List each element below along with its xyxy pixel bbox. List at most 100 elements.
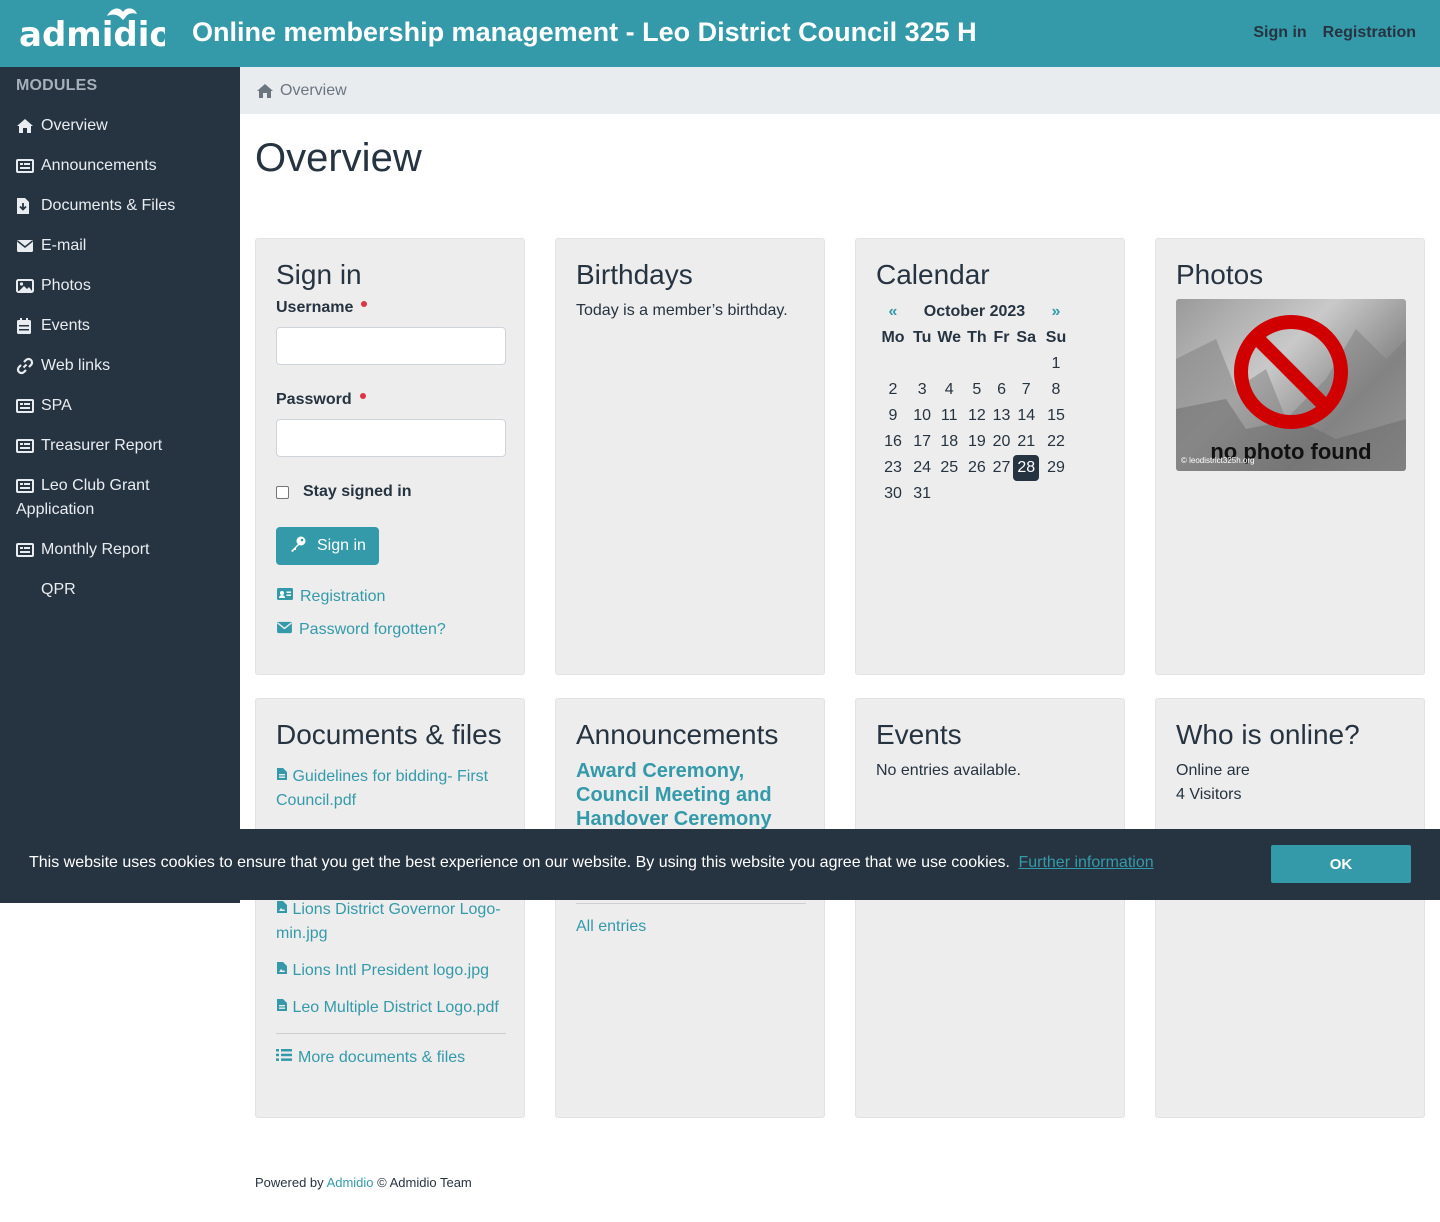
calendar-day[interactable]: 21: [1013, 429, 1039, 455]
calendar-weekday: Tu: [913, 329, 932, 346]
calendar-day[interactable]: 14: [1013, 403, 1039, 429]
username-input[interactable]: [276, 327, 506, 365]
calendar-table: « October 2023 » Mo Tu We Th Fr Sa Su 12345678…: [876, 299, 1073, 507]
calendar-day[interactable]: 25: [934, 455, 964, 481]
calendar-day[interactable]: 16: [876, 429, 910, 455]
key-icon: [289, 535, 307, 558]
registration-link[interactable]: Registration: [276, 587, 504, 606]
stay-signed-in-label[interactable]: Stay signed in: [303, 483, 411, 501]
newspaper-icon: [16, 538, 41, 562]
stay-signed-in-checkbox[interactable]: [276, 485, 289, 499]
footer-prefix: Powered by: [255, 1175, 324, 1190]
header-registration-link[interactable]: Registration: [1323, 24, 1416, 42]
calendar-day[interactable]: 19: [964, 429, 990, 455]
photos-card: Photos no photo found © leodistrict325h.…: [1155, 238, 1425, 675]
header-signin-link[interactable]: Sign in: [1253, 24, 1306, 42]
sidebar-item-events[interactable]: Events: [0, 314, 240, 354]
file-pdf-icon: [276, 999, 288, 1016]
card-title: Announcements: [576, 719, 779, 750]
calendar-day[interactable]: 18: [934, 429, 964, 455]
calendar-day[interactable]: 27: [990, 455, 1014, 481]
sidebar-heading: MODULES: [16, 77, 98, 94]
birthdays-text: Today is a member’s birthday.: [576, 302, 788, 319]
footer-admidio-link[interactable]: Admidio: [327, 1175, 374, 1190]
events-card: Events No entries available.: [855, 698, 1125, 1118]
sidebar-item-email[interactable]: E-mail: [0, 234, 240, 274]
sidebar-item-announcements[interactable]: Announcements: [0, 154, 240, 194]
calendar-day[interactable]: 8: [1039, 377, 1073, 403]
sidebar-item-weblinks[interactable]: Web links: [0, 354, 240, 394]
calendar-icon: [16, 314, 41, 338]
admidio-logo[interactable]: admidio: [19, 6, 173, 55]
sidebar-item-documents[interactable]: Documents & Files: [0, 194, 240, 234]
card-title: Calendar: [876, 259, 990, 290]
calendar-day[interactable]: 9: [876, 403, 910, 429]
sidebar-item-label: QPR: [41, 581, 76, 598]
sidebar-item-treasurer-report[interactable]: Treasurer Report: [0, 434, 240, 474]
calendar-weekday: Fr: [993, 329, 1010, 346]
sidebar-item-label: Treasurer Report: [41, 437, 163, 454]
calendar-day[interactable]: 30: [876, 481, 910, 507]
calendar-day[interactable]: 5: [964, 377, 990, 403]
calendar-day[interactable]: 1: [1039, 351, 1073, 377]
sidebar-item-leo-club-grant[interactable]: Leo Club Grant Application: [0, 474, 240, 538]
file-download-icon: [16, 194, 41, 218]
calendar-day[interactable]: 26: [964, 455, 990, 481]
calendar-empty-cell: [934, 481, 964, 507]
calendar-empty-cell: [964, 481, 990, 507]
calendar-day[interactable]: 24: [910, 455, 934, 481]
cookie-ok-button[interactable]: OK: [1271, 845, 1411, 883]
cookie-consent-bar: This website uses cookies to ensure that…: [0, 829, 1440, 900]
calendar-day[interactable]: 23: [876, 455, 910, 481]
document-link[interactable]: Leo Multiple District Logo.pdf: [276, 996, 504, 1020]
announcement-title-link[interactable]: Award Ceremony, Council Meeting and Hand…: [576, 759, 786, 831]
password-input[interactable]: [276, 419, 506, 457]
calendar-day[interactable]: 6: [990, 377, 1014, 403]
calendar-day[interactable]: 11: [934, 403, 964, 429]
sidebar-item-qpr[interactable]: QPR: [0, 578, 240, 618]
document-link[interactable]: Lions Intl President logo.jpg: [276, 959, 504, 983]
card-title: Birthdays: [576, 259, 693, 290]
calendar-empty-cell: [1039, 481, 1073, 507]
sidebar-item-spa[interactable]: SPA: [0, 394, 240, 434]
svg-text:admidio: admidio: [19, 15, 165, 48]
all-entries-link[interactable]: All entries: [576, 918, 646, 935]
calendar-prev-button[interactable]: «: [889, 303, 898, 320]
password-forgotten-link[interactable]: Password forgotten?: [276, 621, 504, 639]
photo-watermark: © leodistrict325h.org: [1181, 456, 1255, 465]
calendar-day[interactable]: 22: [1039, 429, 1073, 455]
document-link[interactable]: Lions District Governor Logo-min.jpg: [276, 898, 504, 946]
sidebar-item-photos[interactable]: Photos: [0, 274, 240, 314]
page-title: Overview: [255, 136, 422, 180]
calendar-day[interactable]: 7: [1013, 377, 1039, 403]
file-pdf-icon: [276, 768, 288, 785]
calendar-day[interactable]: 20: [990, 429, 1014, 455]
calendar-day[interactable]: 10: [910, 403, 934, 429]
calendar-day[interactable]: 15: [1039, 403, 1073, 429]
signin-button[interactable]: Sign in: [276, 527, 379, 565]
more-documents-link[interactable]: More documents & files: [276, 1048, 504, 1067]
calendar-next-button[interactable]: »: [1052, 303, 1061, 320]
calendar-day[interactable]: 31: [910, 481, 934, 507]
footer: Powered by Admidio © Admidio Team: [255, 1175, 472, 1190]
calendar-day[interactable]: 12: [964, 403, 990, 429]
sidebar-item-monthly-report[interactable]: Monthly Report: [0, 538, 240, 578]
document-link[interactable]: Guidelines for bidding- First Council.pd…: [276, 765, 504, 813]
calendar-day[interactable]: 2: [876, 377, 910, 403]
cookie-message: This website uses cookies to ensure that…: [29, 854, 1010, 871]
card-title: Sign in: [276, 259, 362, 290]
breadcrumb-item[interactable]: Overview: [280, 82, 347, 100]
calendar-day[interactable]: 3: [910, 377, 934, 403]
sidebar-item-label: Monthly Report: [41, 541, 150, 558]
calendar-day[interactable]: 29: [1039, 455, 1073, 481]
sidebar-item-label: Photos: [41, 277, 91, 294]
sidebar-item-overview[interactable]: Overview: [0, 114, 240, 154]
calendar-day[interactable]: 13: [990, 403, 1014, 429]
sidebar-item-label: Documents & Files: [41, 197, 176, 214]
cookie-further-info-link[interactable]: Further information: [1018, 854, 1153, 871]
calendar-day[interactable]: 17: [910, 429, 934, 455]
signin-button-label: Sign in: [317, 537, 366, 554]
calendar-day[interactable]: 4: [934, 377, 964, 403]
calendar-day-today[interactable]: 28: [1013, 455, 1039, 481]
photo-placeholder[interactable]: no photo found © leodistrict325h.org: [1176, 299, 1406, 471]
